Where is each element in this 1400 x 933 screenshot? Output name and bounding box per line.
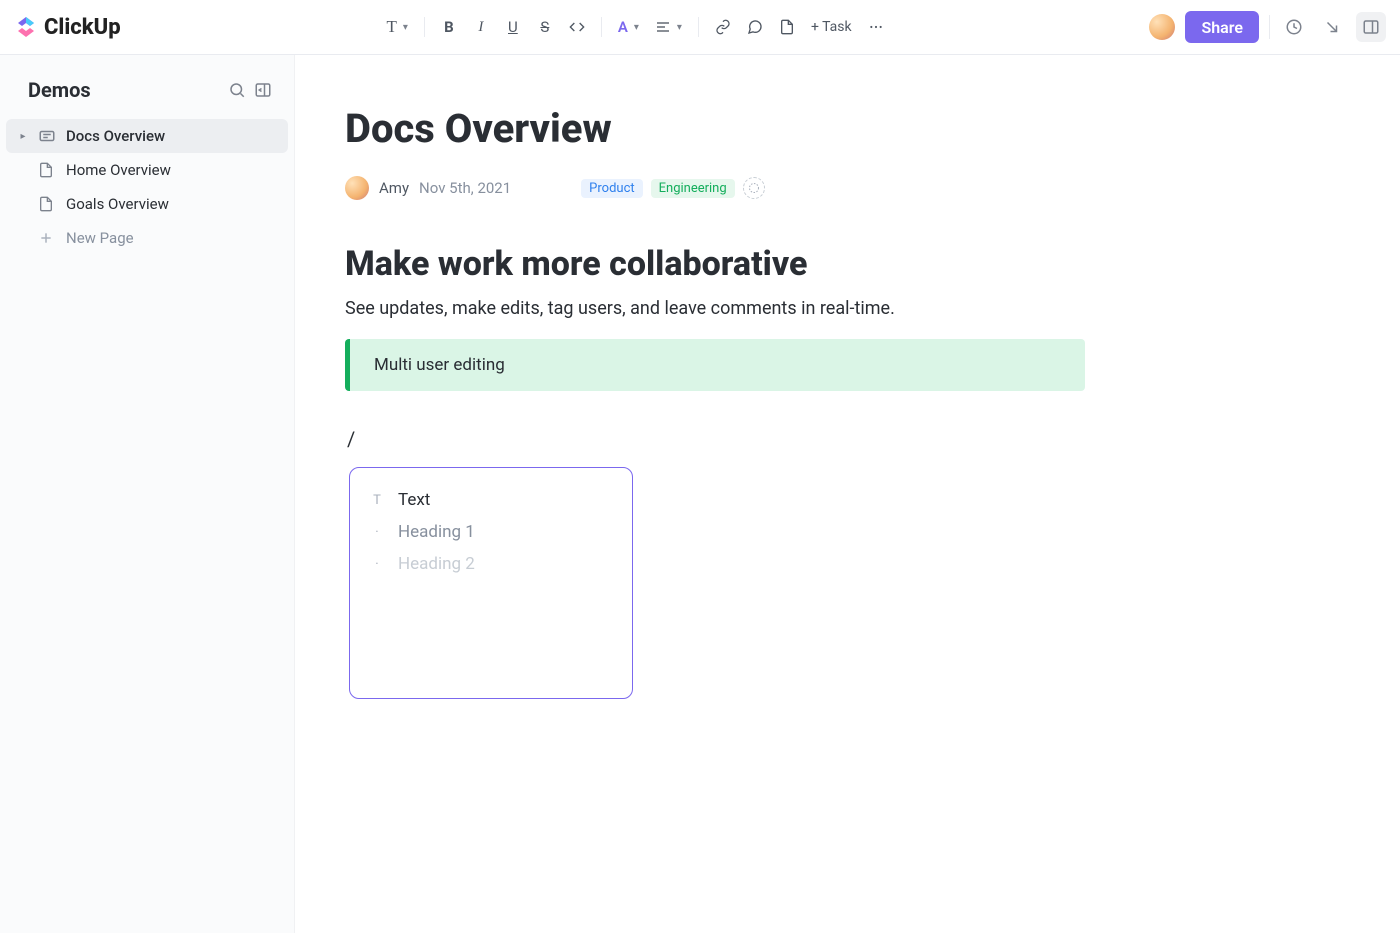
underline-button[interactable]: U [499,13,527,41]
chevron-down-icon: ▾ [634,22,639,33]
author-avatar[interactable] [345,176,369,200]
slash-menu-item-heading-1[interactable]: · Heading 1 [362,516,620,548]
topbar-separator [1269,15,1270,39]
document-title[interactable]: Docs Overview [345,105,1085,152]
sidebar-title: Demos [28,78,224,102]
link-button[interactable] [709,13,737,41]
text-color-button[interactable]: A ▾ [612,13,645,41]
collapse-sidebar-button[interactable] [250,77,276,103]
sidebar-item-docs-overview[interactable]: ▸ Docs Overview [6,119,288,153]
brand-name: ClickUp [44,15,121,40]
more-icon [868,19,884,35]
italic-button[interactable]: I [467,13,495,41]
sidebar-item-goals-overview[interactable]: Goals Overview [6,187,288,221]
sidebar-new-page[interactable]: New Page [6,221,288,255]
slash-command-text[interactable]: / [347,427,1085,451]
slash-menu-label: Heading 2 [398,554,475,574]
tag-plus-icon [748,182,760,194]
formatting-toolbar: T ▾ B I U S A ▾ ▾ [121,13,1150,41]
sidebar-item-label: Docs Overview [66,127,165,145]
search-icon [228,81,246,99]
author-name: Amy [379,179,409,197]
download-button[interactable] [1318,13,1346,41]
document-main: Docs Overview Amy Nov 5th, 2021 Product … [295,55,1400,933]
slash-menu-item-heading-2[interactable]: · Heading 2 [362,548,620,580]
doc-icon [38,161,56,179]
sidebar-search-button[interactable] [224,77,250,103]
align-left-icon [655,19,671,35]
add-tag-button[interactable] [743,177,765,199]
code-icon [569,19,585,35]
document-date: Nov 5th, 2021 [419,179,511,197]
sidebar-item-label: New Page [66,229,134,247]
sidebar-item-label: Goals Overview [66,195,169,213]
align-button[interactable]: ▾ [649,13,688,41]
caret-right-icon: ▸ [18,131,28,142]
presence-avatar[interactable] [1149,14,1175,40]
callout-text: Multi user editing [374,355,505,375]
comment-icon [747,19,763,35]
slash-menu-label: Heading 1 [398,522,475,542]
doc-heading[interactable]: Make work more collaborative [345,244,1085,284]
add-task-button[interactable]: + Task [805,13,858,41]
strikethrough-button[interactable]: S [531,13,559,41]
heading-type-icon: · [370,525,384,540]
toolbar-separator [424,17,425,37]
history-button[interactable] [1280,13,1308,41]
heading-type-icon: · [370,557,384,572]
collapse-panel-icon [254,81,272,99]
toggle-sidebar-button[interactable] [1356,12,1386,42]
document-tags: Product Engineering [581,177,765,199]
panel-icon [1362,18,1380,36]
sidebar-list: ▸ Docs Overview Home Overview [0,119,294,255]
block-type-button[interactable]: T ▾ [380,13,413,41]
page-icon [779,19,795,35]
logo[interactable]: ClickUp [14,15,121,40]
sidebar: Demos ▸ Docs Overview [0,55,295,933]
topbar-right: Share [1149,11,1386,43]
slash-command-menu: T Text · Heading 1 · Heading 2 [349,467,633,699]
sidebar-item-home-overview[interactable]: Home Overview [6,153,288,187]
topbar: ClickUp T ▾ B I U S A ▾ ▾ [0,0,1400,55]
clock-icon [1285,18,1303,36]
link-icon [715,19,731,35]
sidebar-item-label: Home Overview [66,161,171,179]
chevron-down-icon: ▾ [403,22,408,33]
tag-engineering[interactable]: Engineering [651,179,735,198]
tag-product[interactable]: Product [581,179,642,198]
slash-menu-label: Text [398,490,430,510]
share-button[interactable]: Share [1185,11,1259,43]
clickup-logo-icon [14,15,38,39]
callout-block[interactable]: Multi user editing [345,339,1085,391]
more-button[interactable] [862,13,890,41]
doc-paragraph[interactable]: See updates, make edits, tag users, and … [345,298,1085,319]
doc-icon [38,195,56,213]
toolbar-separator [698,17,699,37]
bold-button[interactable]: B [435,13,463,41]
text-type-icon: T [370,493,384,508]
plus-icon [38,229,56,247]
download-icon [1323,18,1341,36]
comment-button[interactable] [741,13,769,41]
slash-menu-item-text[interactable]: T Text [362,484,620,516]
toolbar-separator [601,17,602,37]
document-byline: Amy Nov 5th, 2021 Product Engineering [345,176,1085,200]
code-button[interactable] [563,13,591,41]
doc-landscape-icon [38,127,56,145]
page-button[interactable] [773,13,801,41]
chevron-down-icon: ▾ [677,22,682,33]
